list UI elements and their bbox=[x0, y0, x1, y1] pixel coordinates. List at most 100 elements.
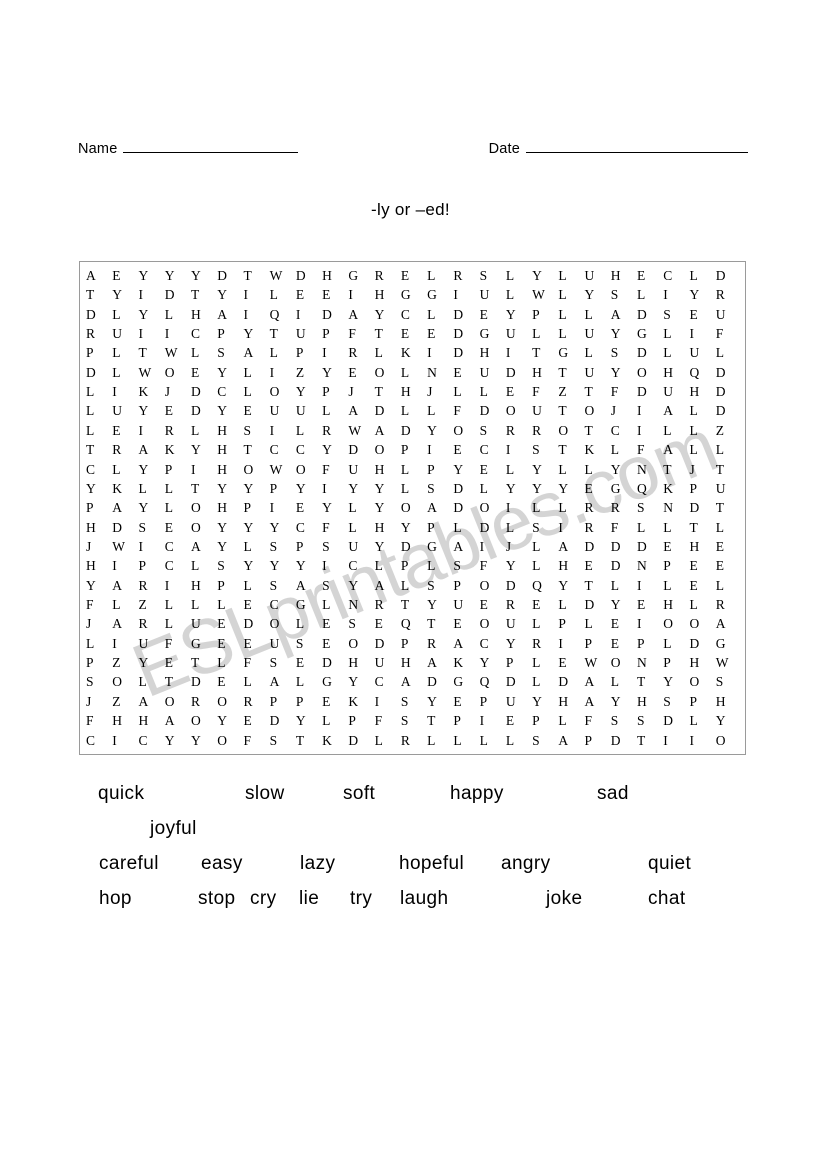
grid-cell[interactable]: E bbox=[689, 305, 715, 324]
grid-cell[interactable]: O bbox=[374, 440, 400, 459]
grid-cell[interactable]: E bbox=[295, 653, 321, 672]
grid-cell[interactable]: A bbox=[584, 673, 610, 692]
date-write-in-line[interactable] bbox=[526, 140, 748, 153]
grid-cell[interactable]: L bbox=[689, 266, 715, 285]
grid-cell[interactable]: I bbox=[111, 731, 137, 750]
grid-cell[interactable]: L bbox=[111, 343, 137, 362]
grid-cell[interactable]: I bbox=[111, 382, 137, 401]
grid-cell[interactable]: H bbox=[190, 305, 216, 324]
grid-cell[interactable]: S bbox=[479, 266, 505, 285]
grid-cell[interactable]: P bbox=[85, 653, 111, 672]
grid-cell[interactable]: K bbox=[321, 731, 347, 750]
letter-grid[interactable]: AEYYYDTWDHGRELRSLYLUHECLDTYIDTYILEEIHGGI… bbox=[85, 266, 741, 750]
grid-cell[interactable]: A bbox=[164, 711, 190, 730]
grid-cell[interactable]: D bbox=[610, 537, 636, 556]
grid-cell[interactable]: D bbox=[715, 363, 741, 382]
grid-cell[interactable]: D bbox=[636, 305, 662, 324]
grid-cell[interactable]: T bbox=[85, 440, 111, 459]
grid-cell[interactable]: L bbox=[689, 421, 715, 440]
grid-cell[interactable]: R bbox=[137, 614, 163, 633]
grid-cell[interactable]: U bbox=[584, 363, 610, 382]
grid-cell[interactable]: E bbox=[452, 614, 478, 633]
grid-cell[interactable]: H bbox=[374, 518, 400, 537]
grid-cell[interactable]: O bbox=[347, 634, 373, 653]
grid-cell[interactable]: E bbox=[190, 363, 216, 382]
grid-cell[interactable]: D bbox=[374, 634, 400, 653]
grid-cell[interactable]: Y bbox=[689, 285, 715, 304]
grid-cell[interactable]: T bbox=[636, 731, 662, 750]
grid-cell[interactable]: O bbox=[295, 460, 321, 479]
grid-cell[interactable]: P bbox=[164, 460, 190, 479]
grid-cell[interactable]: U bbox=[584, 266, 610, 285]
grid-cell[interactable]: U bbox=[295, 324, 321, 343]
grid-cell[interactable]: F bbox=[85, 595, 111, 614]
grid-cell[interactable]: S bbox=[137, 518, 163, 537]
grid-cell[interactable]: A bbox=[216, 305, 242, 324]
grid-cell[interactable]: Y bbox=[505, 479, 531, 498]
grid-cell[interactable]: F bbox=[715, 324, 741, 343]
grid-cell[interactable]: S bbox=[347, 614, 373, 633]
grid-cell[interactable]: D bbox=[400, 421, 426, 440]
grid-cell[interactable]: D bbox=[190, 402, 216, 421]
grid-cell[interactable]: Y bbox=[531, 266, 557, 285]
grid-cell[interactable]: D bbox=[85, 305, 111, 324]
grid-cell[interactable]: W bbox=[111, 537, 137, 556]
grid-cell[interactable]: I bbox=[190, 460, 216, 479]
grid-cell[interactable]: H bbox=[374, 460, 400, 479]
grid-cell[interactable]: R bbox=[715, 285, 741, 304]
grid-cell[interactable]: Y bbox=[190, 266, 216, 285]
grid-cell[interactable]: O bbox=[662, 614, 688, 633]
grid-cell[interactable]: L bbox=[715, 576, 741, 595]
grid-cell[interactable]: T bbox=[242, 266, 268, 285]
grid-cell[interactable]: D bbox=[715, 266, 741, 285]
grid-cell[interactable]: E bbox=[636, 266, 662, 285]
grid-cell[interactable]: F bbox=[479, 556, 505, 575]
grid-cell[interactable]: L bbox=[85, 634, 111, 653]
grid-cell[interactable]: O bbox=[715, 731, 741, 750]
grid-cell[interactable]: I bbox=[242, 305, 268, 324]
grid-cell[interactable]: H bbox=[216, 460, 242, 479]
word-bank-item[interactable]: soft bbox=[343, 783, 375, 805]
grid-cell[interactable]: R bbox=[137, 576, 163, 595]
grid-cell[interactable]: F bbox=[321, 460, 347, 479]
grid-cell[interactable]: C bbox=[216, 382, 242, 401]
grid-cell[interactable]: L bbox=[111, 305, 137, 324]
grid-cell[interactable]: L bbox=[242, 363, 268, 382]
grid-cell[interactable]: Y bbox=[662, 673, 688, 692]
grid-cell[interactable]: O bbox=[479, 614, 505, 633]
grid-cell[interactable]: A bbox=[715, 614, 741, 633]
grid-cell[interactable]: L bbox=[715, 440, 741, 459]
grid-cell[interactable]: L bbox=[715, 518, 741, 537]
grid-cell[interactable]: R bbox=[452, 266, 478, 285]
grid-cell[interactable]: H bbox=[85, 518, 111, 537]
grid-cell[interactable]: I bbox=[269, 421, 295, 440]
grid-cell[interactable]: I bbox=[557, 634, 583, 653]
grid-cell[interactable]: P bbox=[85, 343, 111, 362]
grid-cell[interactable]: Q bbox=[689, 363, 715, 382]
grid-cell[interactable]: L bbox=[374, 343, 400, 362]
grid-cell[interactable]: L bbox=[636, 285, 662, 304]
grid-cell[interactable]: I bbox=[689, 731, 715, 750]
grid-cell[interactable]: D bbox=[321, 305, 347, 324]
grid-cell[interactable]: C bbox=[164, 537, 190, 556]
grid-cell[interactable]: U bbox=[137, 634, 163, 653]
grid-cell[interactable]: Y bbox=[269, 556, 295, 575]
grid-cell[interactable]: O bbox=[505, 402, 531, 421]
grid-cell[interactable]: S bbox=[636, 498, 662, 517]
grid-cell[interactable]: R bbox=[426, 634, 452, 653]
grid-cell[interactable]: H bbox=[662, 595, 688, 614]
grid-cell[interactable]: Y bbox=[216, 363, 242, 382]
grid-cell[interactable]: D bbox=[295, 266, 321, 285]
grid-cell[interactable]: D bbox=[610, 731, 636, 750]
grid-cell[interactable]: F bbox=[531, 382, 557, 401]
grid-cell[interactable]: Y bbox=[347, 479, 373, 498]
grid-cell[interactable]: L bbox=[137, 673, 163, 692]
grid-cell[interactable]: H bbox=[636, 692, 662, 711]
grid-cell[interactable]: O bbox=[584, 402, 610, 421]
grid-cell[interactable]: D bbox=[636, 343, 662, 362]
grid-cell[interactable]: E bbox=[216, 634, 242, 653]
name-write-in-line[interactable] bbox=[123, 140, 299, 153]
grid-cell[interactable]: Z bbox=[715, 421, 741, 440]
grid-cell[interactable]: F bbox=[164, 634, 190, 653]
grid-cell[interactable]: I bbox=[426, 343, 452, 362]
